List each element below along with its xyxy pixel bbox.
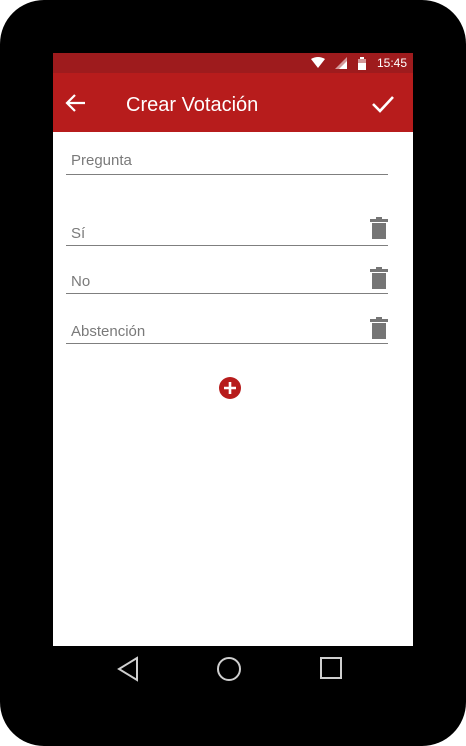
option-row bbox=[66, 217, 388, 246]
plus-circle-icon[interactable] bbox=[219, 377, 241, 399]
checkmark-icon[interactable] bbox=[371, 93, 395, 115]
status-time: 15:45 bbox=[376, 56, 407, 70]
recents-square-icon[interactable] bbox=[319, 656, 343, 685]
trash-icon[interactable] bbox=[370, 267, 388, 289]
wifi-icon bbox=[310, 57, 325, 69]
option-input-si[interactable] bbox=[71, 221, 361, 245]
status-bar: 15:45 bbox=[53, 53, 413, 73]
status-icons: 15:45 bbox=[310, 53, 407, 73]
option-row bbox=[66, 317, 388, 344]
option-underline bbox=[66, 293, 388, 294]
screen: 15:45 Crear Votación bbox=[53, 53, 413, 646]
trash-icon[interactable] bbox=[370, 217, 388, 239]
trash-icon[interactable] bbox=[370, 317, 388, 339]
app-bar: Crear Votación bbox=[53, 73, 413, 132]
system-nav-bar bbox=[53, 646, 413, 692]
option-input-no[interactable] bbox=[71, 269, 361, 293]
signal-icon bbox=[334, 57, 347, 69]
battery-icon bbox=[357, 56, 367, 70]
back-triangle-icon[interactable] bbox=[116, 656, 140, 687]
device-frame: 15:45 Crear Votación bbox=[0, 0, 466, 746]
question-field bbox=[66, 148, 388, 175]
home-circle-icon[interactable] bbox=[216, 656, 242, 687]
question-underline bbox=[66, 174, 388, 175]
option-input-abstencion[interactable] bbox=[71, 319, 361, 343]
option-row bbox=[66, 267, 388, 294]
page-title: Crear Votación bbox=[126, 94, 259, 116]
arrow-back-icon[interactable] bbox=[65, 92, 87, 114]
question-input[interactable] bbox=[71, 148, 361, 172]
option-underline bbox=[66, 245, 388, 246]
option-underline bbox=[66, 343, 388, 344]
